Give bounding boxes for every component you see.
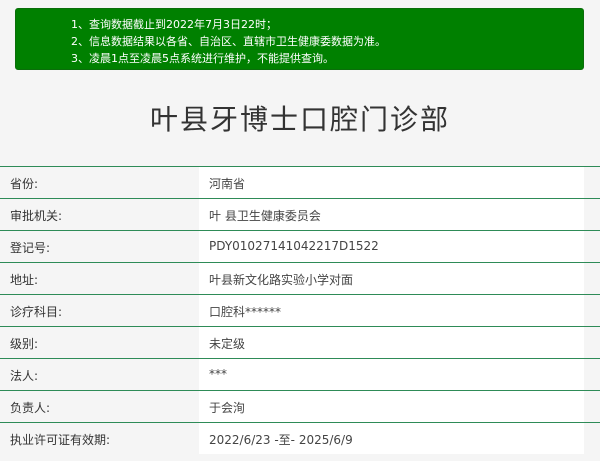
table-row: 诊疗科目: 口腔科****** bbox=[0, 295, 600, 327]
row-value-approval-authority: 叶 县卫生健康委员会 bbox=[209, 209, 321, 223]
row-label-license-validity: 执业许可证有效期: bbox=[10, 433, 111, 447]
row-value-level: 未定级 bbox=[209, 337, 246, 351]
row-label-person-in-charge: 负责人: bbox=[10, 401, 51, 415]
value-cell: 2022/6/23 -至- 2025/6/9 bbox=[199, 423, 584, 454]
row-label-registration-number: 登记号: bbox=[10, 241, 51, 255]
notice-line-number: 1、 bbox=[71, 18, 89, 31]
notice-line-number: 2、 bbox=[71, 35, 89, 48]
label-cell: 级别: bbox=[0, 327, 199, 358]
row-label-level: 级别: bbox=[10, 337, 39, 351]
label-cell: 省份: bbox=[0, 167, 199, 198]
notice-line-text: 信息数据结果以各省、自治区、直辖市卫生健康委数据为准。 bbox=[89, 35, 386, 48]
row-value-address: 叶县新文化路实验小学对面 bbox=[209, 273, 354, 287]
table-row: 负责人: 于会洵 bbox=[0, 391, 600, 423]
row-label-departments: 诊疗科目: bbox=[10, 305, 63, 319]
value-cell: 口腔科****** bbox=[199, 295, 584, 326]
notice-banner: 1、查询数据截止到2022年7月3日22时； 2、信息数据结果以各省、自治区、直… bbox=[15, 8, 584, 70]
row-value-license-validity: 2022/6/23 -至- 2025/6/9 bbox=[209, 433, 353, 447]
notice-line-1: 1、查询数据截止到2022年7月3日22时； bbox=[71, 16, 583, 33]
table-row: 级别: 未定级 bbox=[0, 327, 600, 359]
value-cell: 叶 县卫生健康委员会 bbox=[199, 199, 584, 230]
table-row: 登记号: PDY01027141042217D1522 bbox=[0, 231, 600, 263]
row-value-registration-number: PDY01027141042217D1522 bbox=[209, 239, 379, 253]
notice-line-text: 凌晨1点至凌晨5点系统进行维护，不能提供查询。 bbox=[89, 52, 334, 65]
row-label-approval-authority: 审批机关: bbox=[10, 209, 63, 223]
row-value-legal-person: *** bbox=[209, 367, 227, 381]
row-value-person-in-charge: 于会洵 bbox=[209, 401, 246, 415]
value-cell: *** bbox=[199, 359, 584, 390]
label-cell: 登记号: bbox=[0, 231, 199, 262]
value-cell: 河南省 bbox=[199, 167, 584, 198]
notice-line-text: 查询数据截止到2022年7月3日22时； bbox=[89, 18, 277, 31]
table-row: 省份: 河南省 bbox=[0, 167, 600, 199]
notice-line-number: 3、 bbox=[71, 52, 89, 65]
label-cell: 审批机关: bbox=[0, 199, 199, 230]
label-cell: 执业许可证有效期: bbox=[0, 423, 199, 454]
value-cell: PDY01027141042217D1522 bbox=[199, 231, 584, 262]
row-label-province: 省份: bbox=[10, 177, 39, 191]
page: 1、查询数据截止到2022年7月3日22时； 2、信息数据结果以各省、自治区、直… bbox=[0, 0, 600, 461]
notice-line-2: 2、信息数据结果以各省、自治区、直辖市卫生健康委数据为准。 bbox=[71, 33, 583, 50]
table-row: 执业许可证有效期: 2022/6/23 -至- 2025/6/9 bbox=[0, 423, 600, 455]
label-cell: 地址: bbox=[0, 263, 199, 294]
value-cell: 未定级 bbox=[199, 327, 584, 358]
info-table: 省份: 河南省 审批机关: 叶 县卫生健康委员会 登记号: PDY0102714… bbox=[0, 166, 600, 461]
row-value-departments: 口腔科****** bbox=[209, 305, 282, 319]
row-label-legal-person: 法人: bbox=[10, 369, 39, 383]
page-title: 叶县牙博士口腔门诊部 bbox=[149, 103, 450, 136]
label-cell: 负责人: bbox=[0, 391, 199, 422]
label-cell: 法人: bbox=[0, 359, 199, 390]
label-cell: 诊疗科目: bbox=[0, 295, 199, 326]
row-label-address: 地址: bbox=[10, 273, 39, 287]
value-cell: 于会洵 bbox=[199, 391, 584, 422]
row-value-province: 河南省 bbox=[209, 177, 246, 191]
notice-line-3: 3、凌晨1点至凌晨5点系统进行维护，不能提供查询。 bbox=[71, 50, 583, 67]
table-row: 审批机关: 叶 县卫生健康委员会 bbox=[0, 199, 600, 231]
table-row: 法人: *** bbox=[0, 359, 600, 391]
table-row: 地址: 叶县新文化路实验小学对面 bbox=[0, 263, 600, 295]
value-cell: 叶县新文化路实验小学对面 bbox=[199, 263, 584, 294]
